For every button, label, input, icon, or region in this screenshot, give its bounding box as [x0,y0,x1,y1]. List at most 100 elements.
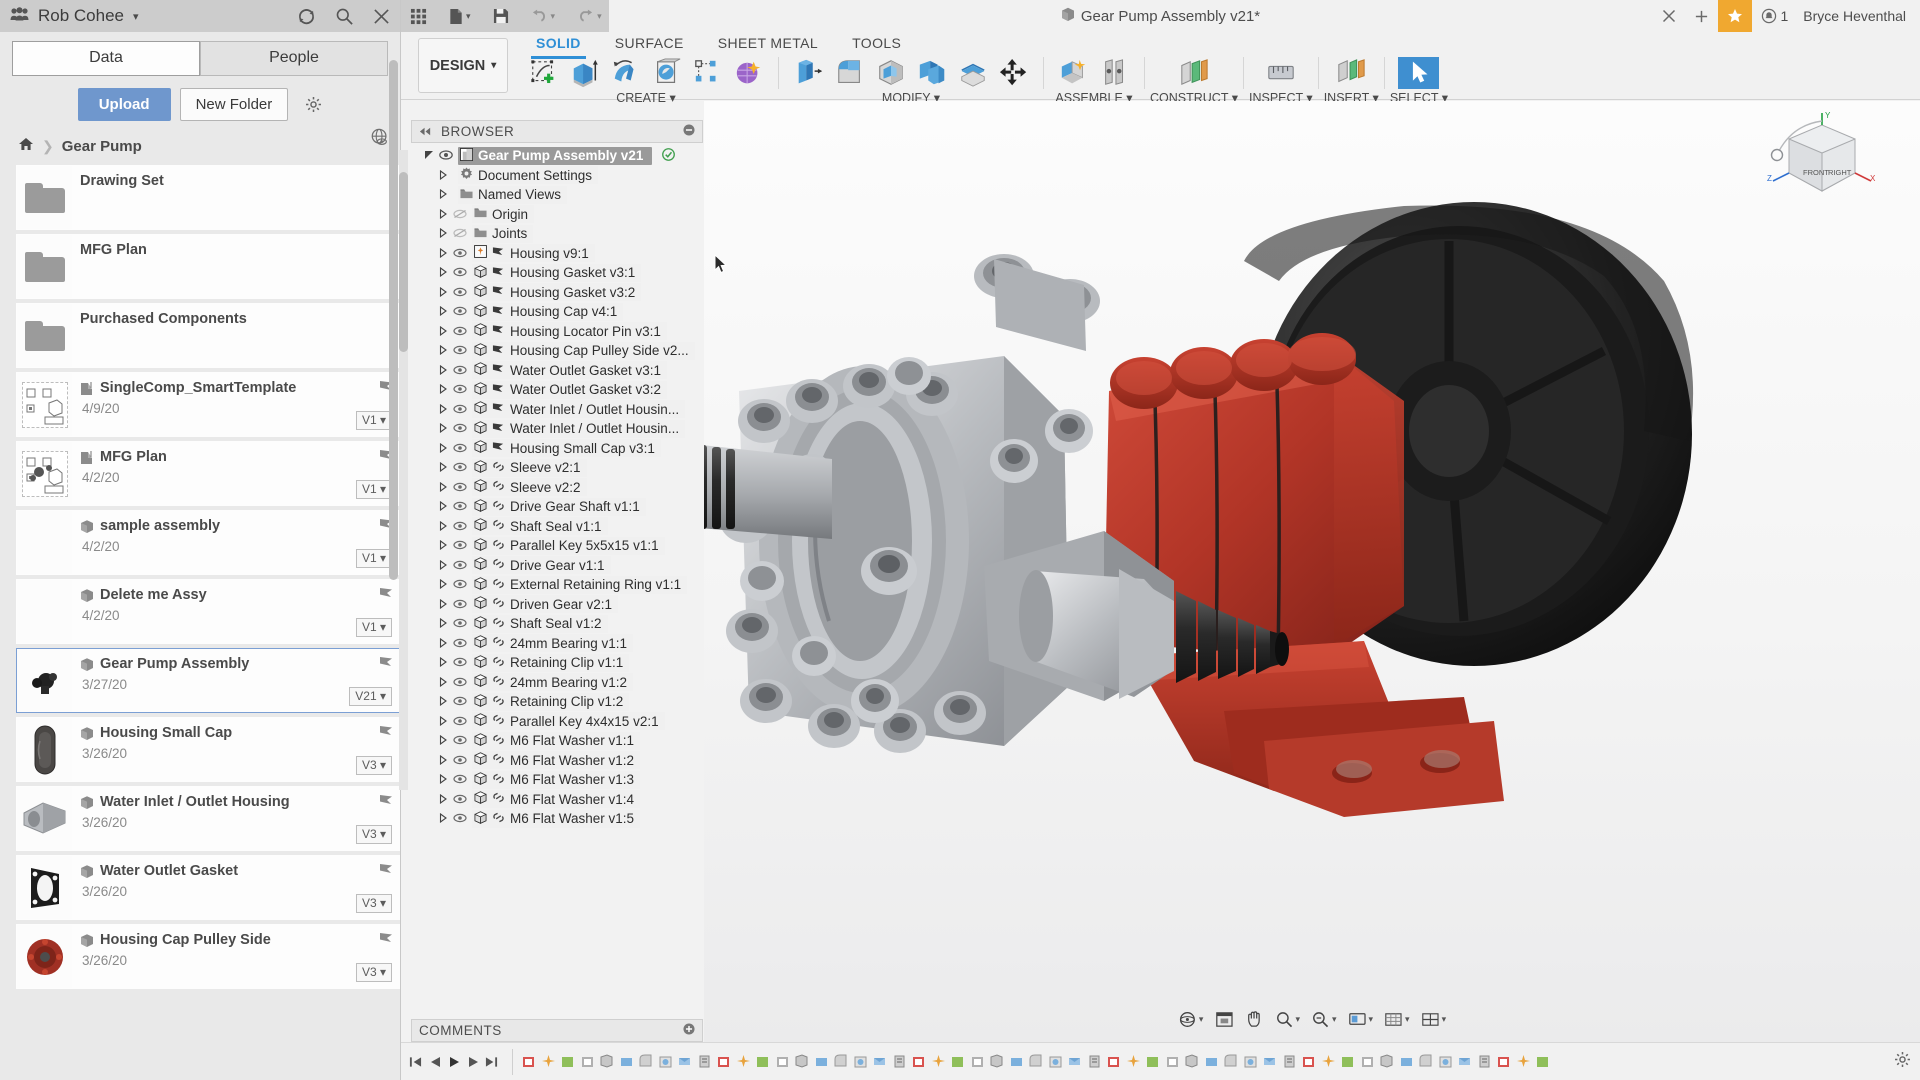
browser-row-label-wrap[interactable]: Parallel Key 5x5x15 v1:1 [472,537,665,555]
browser-row-label-wrap[interactable]: Housing Gasket v3:1 [472,264,641,282]
browser-tree-row[interactable]: M6 Flat Washer v1:2 [419,751,703,771]
timeline-feature-node[interactable] [597,1052,617,1072]
pattern-icon[interactable] [687,57,728,89]
expand-arrow-icon[interactable] [424,421,448,436]
expand-arrow-icon[interactable] [424,558,448,573]
item-version-dropdown[interactable]: V1 ▾ [356,480,392,499]
comments-expand-icon[interactable] [683,1023,695,1038]
expand-arrow-icon[interactable] [424,363,448,378]
browser-row-label-wrap[interactable]: Housing Cap v4:1 [472,303,623,321]
expand-arrow-icon[interactable] [424,226,448,241]
browser-tree-row[interactable]: Housing Gasket v3:1 [419,263,703,283]
browser-row-label-wrap[interactable]: Housing Small Cap v3:1 [472,439,661,457]
timeline-go-end-icon[interactable] [482,1048,501,1076]
view-cube[interactable]: FRONT RIGHT Y Z X [1765,111,1880,211]
timeline-feature-node[interactable] [1065,1052,1085,1072]
browser-tree-row[interactable]: M6 Flat Washer v1:4 [419,790,703,810]
timeline-step-forward-icon[interactable] [463,1048,482,1076]
timeline-feature-node[interactable] [890,1052,910,1072]
timeline-feature-node[interactable] [1358,1052,1378,1072]
browser-tree-row[interactable]: M6 Flat Washer v1:5 [419,809,703,829]
save-icon[interactable] [490,8,512,24]
expand-arrow-icon[interactable] [424,402,448,417]
timeline-feature-node[interactable] [656,1052,676,1072]
browser-tree-row[interactable]: Retaining Clip v1:1 [419,653,703,673]
shell-icon[interactable] [870,57,911,89]
browser-tree-row[interactable]: Parallel Key 5x5x15 v1:1 [419,536,703,556]
timeline-feature-node[interactable] [929,1052,949,1072]
browser-tree-row[interactable]: Housing Locator Pin v3:1 [419,322,703,342]
timeline-feature-node[interactable] [1026,1052,1046,1072]
ribbon-tab-surface[interactable]: SURFACE [598,32,701,56]
timeline-feature-node[interactable] [1299,1052,1319,1072]
browser-row-label-wrap[interactable]: Housing Gasket v3:2 [472,283,641,301]
timeline-feature-node[interactable] [519,1052,539,1072]
visibility-eye-icon[interactable] [453,402,467,417]
timeline-feature-node[interactable] [870,1052,890,1072]
offset-plane-icon[interactable] [1174,57,1215,89]
expand-arrow-icon[interactable] [424,480,448,495]
browser-tree-row[interactable]: M6 Flat Washer v1:3 [419,770,703,790]
visibility-eye-icon[interactable] [453,538,467,553]
visibility-eye-icon[interactable] [453,636,467,651]
orbit-icon[interactable]: ▾ [1174,1007,1208,1032]
item-version-dropdown[interactable]: V3 ▾ [356,825,392,844]
move-copy-icon[interactable] [993,57,1034,89]
timeline-feature-node[interactable] [1494,1052,1514,1072]
timeline-feature-node[interactable] [987,1052,1007,1072]
browser-tree-row[interactable]: Named Views [419,185,703,205]
expand-arrow-icon[interactable] [424,304,448,319]
data-panel-row[interactable]: SingleComp_SmartTemplate4/9/20V1 ▾ [16,372,400,437]
visibility-eye-icon[interactable] [453,792,467,807]
visibility-eye-icon[interactable] [453,772,467,787]
tab-data[interactable]: Data [12,41,200,76]
browser-row-label-wrap[interactable]: Sleeve v2:1 [472,459,587,477]
item-version-dropdown[interactable]: V3 ▾ [356,963,392,982]
timeline-feature-node[interactable] [812,1052,832,1072]
browser-tree-row[interactable]: Sleeve v2:2 [419,478,703,498]
timeline-feature-node[interactable] [1397,1052,1417,1072]
visibility-eye-icon[interactable] [453,441,467,456]
expand-arrow-icon[interactable] [424,441,448,456]
visibility-eye-icon[interactable] [439,148,453,163]
data-panel-row[interactable]: Housing Small Cap3/26/20V3 ▾ [16,717,400,782]
browser-row-label-wrap[interactable]: 24mm Bearing v1:2 [472,673,633,691]
combine-icon[interactable] [911,57,952,89]
visibility-eye-icon[interactable] [453,694,467,709]
timeline-feature-node[interactable] [1241,1052,1261,1072]
expand-arrow-icon[interactable] [424,519,448,534]
expand-arrow-icon[interactable] [424,460,448,475]
item-version-dropdown[interactable]: V1 ▾ [356,549,392,568]
extrude-icon[interactable] [564,57,605,89]
timeline-settings-gear-icon[interactable] [1894,1051,1911,1072]
visibility-eye-icon[interactable] [453,324,467,339]
timeline-feature-node[interactable] [948,1052,968,1072]
extension-badge-icon[interactable] [1718,0,1752,32]
new-document-icon[interactable]: ▾ [446,8,474,25]
data-panel-row[interactable]: Water Outlet Gasket3/26/20V3 ▾ [16,855,400,920]
data-panel-settings-gear-icon[interactable] [305,88,322,121]
browser-row-label-wrap[interactable]: Housing Locator Pin v3:1 [472,322,667,340]
browser-tree-row[interactable]: 24mm Bearing v1:2 [419,673,703,693]
document-close-icon[interactable] [1653,0,1685,32]
data-panel-row[interactable]: Gear Pump Assembly3/27/20V21 ▾ [16,648,400,713]
browser-tree-row[interactable]: Joints [419,224,703,244]
ribbon-tab-strip[interactable]: SOLIDSURFACESHEET METALTOOLS [519,32,918,56]
browser-tree-row[interactable]: Water Outlet Gasket v3:2 [419,380,703,400]
browser-row-label-wrap[interactable]: Named Views [458,186,567,204]
zoom-window-icon[interactable]: ▾ [1307,1007,1341,1032]
redo-icon[interactable]: ▾ [574,9,605,23]
timeline-feature-node[interactable] [1163,1052,1183,1072]
expand-arrow-icon[interactable] [424,246,448,261]
joint-icon[interactable] [1094,57,1135,89]
expand-arrow-icon[interactable] [424,636,448,651]
fit-icon[interactable] [1210,1007,1237,1032]
timeline-feature-node[interactable] [1436,1052,1456,1072]
sweep-icon[interactable] [646,57,687,89]
timeline-step-back-icon[interactable] [425,1048,444,1076]
browser-tree-row[interactable]: Shaft Seal v1:1 [419,517,703,537]
breadcrumb-current[interactable]: Gear Pump [62,138,142,155]
visibility-eye-icon[interactable] [453,363,467,378]
browser-tree-row[interactable]: M6 Flat Washer v1:1 [419,731,703,751]
visibility-eye-icon[interactable] [453,460,467,475]
